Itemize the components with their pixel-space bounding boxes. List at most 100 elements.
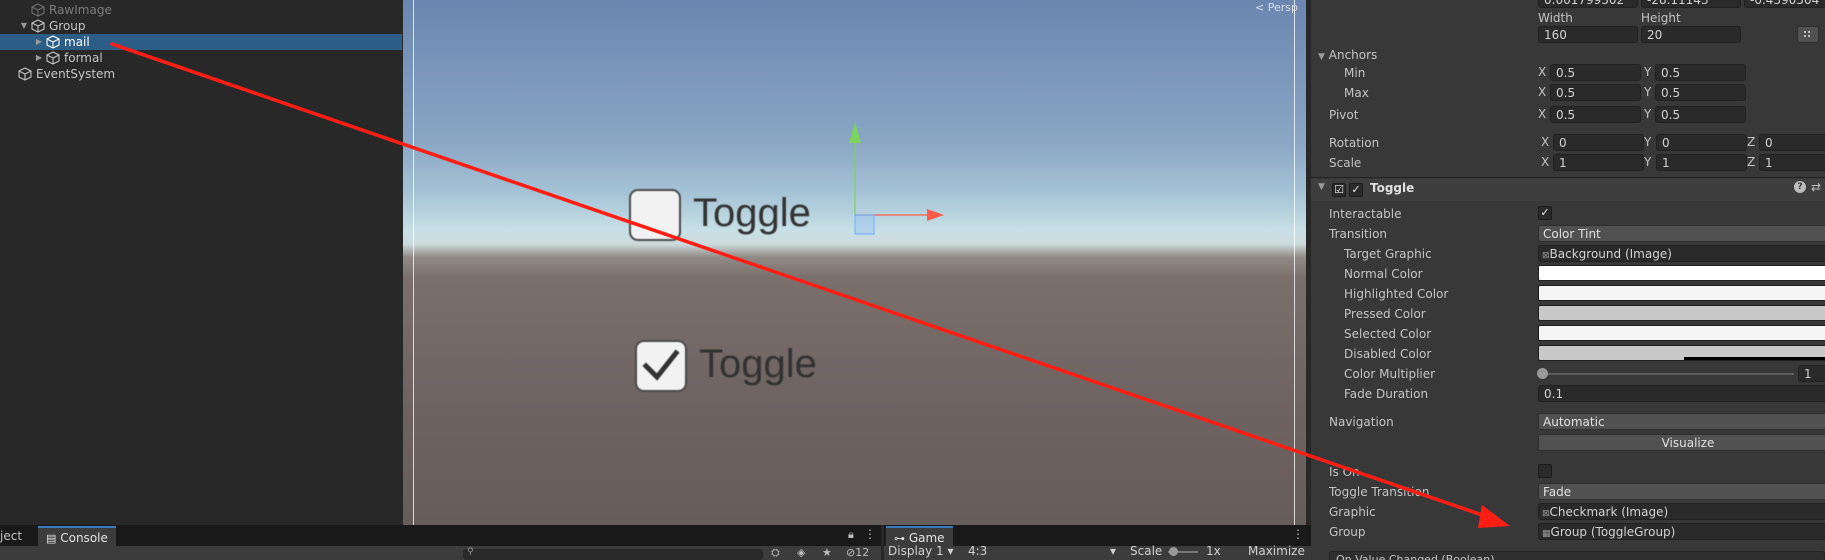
fade-duration-label: Fade Duration <box>1344 387 1429 401</box>
selected-color-field[interactable] <box>1538 325 1825 341</box>
axis-z-label: Z <box>1747 135 1756 149</box>
axis-y-label: Y <box>1644 107 1652 121</box>
tab-project[interactable]: ject <box>0 526 22 546</box>
hierarchy-item-mail[interactable]: ▶ mail <box>0 34 402 50</box>
height-field[interactable]: 20 <box>1641 26 1741 43</box>
axis-y-label: Y <box>1644 135 1652 149</box>
scale-y-field[interactable]: 1 <box>1656 154 1747 171</box>
axis-x-label: X <box>1538 107 1547 121</box>
pivot-y-field[interactable]: 0.5 <box>1655 106 1746 123</box>
fade-duration-field[interactable]: 0.1 <box>1538 385 1825 402</box>
search-input[interactable]: ⚲ <box>463 547 763 560</box>
on-value-changed-event[interactable]: On Value Changed (Boolean) <box>1329 551 1825 560</box>
hierarchy-item-eventsystem[interactable]: EventSystem <box>0 66 402 82</box>
blueprint-mode-button[interactable] <box>1797 26 1819 43</box>
display-dropdown[interactable]: Display 1 ▾ <box>888 544 954 558</box>
disabled-color-label: Disabled Color <box>1344 347 1432 361</box>
highlighted-color-label: Highlighted Color <box>1344 287 1449 301</box>
target-graphic-field[interactable]: ⊠Background (Image) <box>1538 245 1825 262</box>
hierarchy-item-label: RawImage <box>49 3 112 17</box>
filter-type-icon[interactable]: ⛭ <box>771 546 780 560</box>
scene-view[interactable]: < Persp Toggle Toggle <box>403 0 1306 525</box>
group-field[interactable]: ▦Group (ToggleGroup) <box>1538 523 1825 540</box>
aspect-dropdown[interactable]: 4:3 ▾ <box>968 544 1118 558</box>
graphic-field[interactable]: ⊠Checkmark (Image) <box>1538 503 1825 520</box>
anchor-min-label: Min <box>1344 66 1366 80</box>
inspector-panel: 0.001799302 -28.11143 -0.4390504 Width H… <box>1311 0 1825 560</box>
hidden-packages-icon[interactable]: ⊘12 <box>846 546 869 559</box>
scale-x-field[interactable]: 1 <box>1553 154 1644 171</box>
visualize-button[interactable]: Visualize <box>1538 434 1825 451</box>
navigation-dropdown[interactable]: Automatic <box>1538 413 1825 430</box>
help-icon[interactable]: ? <box>1794 181 1806 193</box>
hierarchy-panel: RawImage ▼ Group ▶ mail ▶ formal EventSy… <box>0 0 402 525</box>
is-on-checkbox[interactable] <box>1538 464 1552 478</box>
axis-x-label: X <box>1538 65 1547 79</box>
hierarchy-item-rawimage[interactable]: RawImage <box>0 2 402 18</box>
hierarchy-item-label: mail <box>64 35 90 49</box>
toggle-component-header[interactable]: ▼ ☑ ✓ Toggle ? ⇄ <box>1311 179 1825 201</box>
color-multiplier-field[interactable]: 1 <box>1798 365 1825 382</box>
hierarchy-item-label: EventSystem <box>36 67 116 81</box>
anchor-max-x-field[interactable]: 0.5 <box>1550 84 1641 101</box>
toggle-transition-dropdown[interactable]: Fade <box>1538 483 1825 500</box>
navigation-label: Navigation <box>1329 415 1394 429</box>
game-toolbar: Display 1 ▾ 4:3 ▾ Scale 1x Maximize <box>884 544 1311 560</box>
tab-console[interactable]: ▤ Console <box>38 526 116 546</box>
anchor-min-y-field[interactable]: 0.5 <box>1655 64 1746 81</box>
rotation-z-field[interactable]: 0 <box>1759 134 1825 151</box>
color-multiplier-slider-thumb[interactable] <box>1537 368 1548 379</box>
component-enabled-checkbox[interactable]: ✓ <box>1349 183 1363 197</box>
move-gizmo[interactable] <box>403 0 1306 525</box>
width-field[interactable]: 160 <box>1538 26 1638 43</box>
maximize-toggle[interactable]: Maximize <box>1248 544 1305 558</box>
hierarchy-item-group[interactable]: ▼ Group <box>0 18 402 34</box>
foldout-expanded-icon[interactable]: ▼ <box>19 18 29 34</box>
hierarchy-item-formal[interactable]: ▶ formal <box>0 50 402 66</box>
interactable-checkbox[interactable]: ✓ <box>1538 206 1552 220</box>
foldout-expanded-icon[interactable]: ▼ <box>1318 182 1325 192</box>
filter-label-icon[interactable]: ◈ <box>797 546 805 559</box>
posx-field[interactable]: 0.001799302 <box>1538 0 1638 8</box>
selected-color-label: Selected Color <box>1344 327 1432 341</box>
foldout-collapsed-icon[interactable]: ▶ <box>34 34 44 50</box>
axis-y-label: Y <box>1644 85 1652 99</box>
image-icon: ⊠ <box>1542 251 1550 261</box>
search-icon: ⚲ <box>467 547 474 557</box>
posy-field[interactable]: -28.11143 <box>1641 0 1741 8</box>
y-axis-arrow-icon <box>849 122 861 143</box>
gameobject-cube-icon <box>31 3 45 17</box>
axis-x-label: X <box>1541 155 1550 169</box>
more-options-icon[interactable]: ⋮ <box>1292 527 1304 541</box>
group-label: Group <box>1329 525 1366 539</box>
posz-field[interactable]: -0.4390504 <box>1744 0 1825 8</box>
highlighted-color-field[interactable] <box>1538 285 1825 301</box>
disabled-color-field[interactable] <box>1538 345 1825 361</box>
rotation-x-field[interactable]: 0 <box>1553 134 1644 151</box>
gameobject-cube-icon <box>18 67 32 81</box>
gameobject-cube-icon <box>46 35 60 49</box>
axis-z-label: Z <box>1747 155 1756 169</box>
anchor-max-y-field[interactable]: 0.5 <box>1655 84 1746 101</box>
pivot-x-field[interactable]: 0.5 <box>1550 106 1641 123</box>
pressed-color-field[interactable] <box>1538 305 1825 321</box>
scale-slider-thumb[interactable] <box>1169 547 1178 556</box>
lock-icon[interactable]: 🔒︎ <box>848 528 854 542</box>
anchor-min-x-field[interactable]: 0.5 <box>1550 64 1641 81</box>
axis-y-label: Y <box>1644 155 1652 169</box>
rotation-y-field[interactable]: 0 <box>1656 134 1747 151</box>
anchor-max-label: Max <box>1344 86 1369 100</box>
x-axis-arrow-icon <box>927 209 944 221</box>
transition-dropdown[interactable]: Color Tint <box>1538 225 1825 242</box>
normal-color-field[interactable] <box>1538 265 1825 281</box>
scale-z-field[interactable]: 1 <box>1759 154 1825 171</box>
pressed-color-label: Pressed Color <box>1344 307 1426 321</box>
scale-value: 1x <box>1206 544 1221 558</box>
foldout-collapsed-icon[interactable]: ▶ <box>34 50 44 66</box>
more-options-icon[interactable]: ⋮ <box>864 527 876 541</box>
color-multiplier-slider-track[interactable] <box>1544 373 1794 375</box>
presets-icon[interactable]: ⇄ <box>1811 180 1821 194</box>
anchors-foldout[interactable]: ▼ Anchors <box>1318 46 1377 64</box>
favorite-star-icon[interactable]: ★ <box>822 546 832 559</box>
tab-game[interactable]: ⊶ Game <box>886 526 953 546</box>
